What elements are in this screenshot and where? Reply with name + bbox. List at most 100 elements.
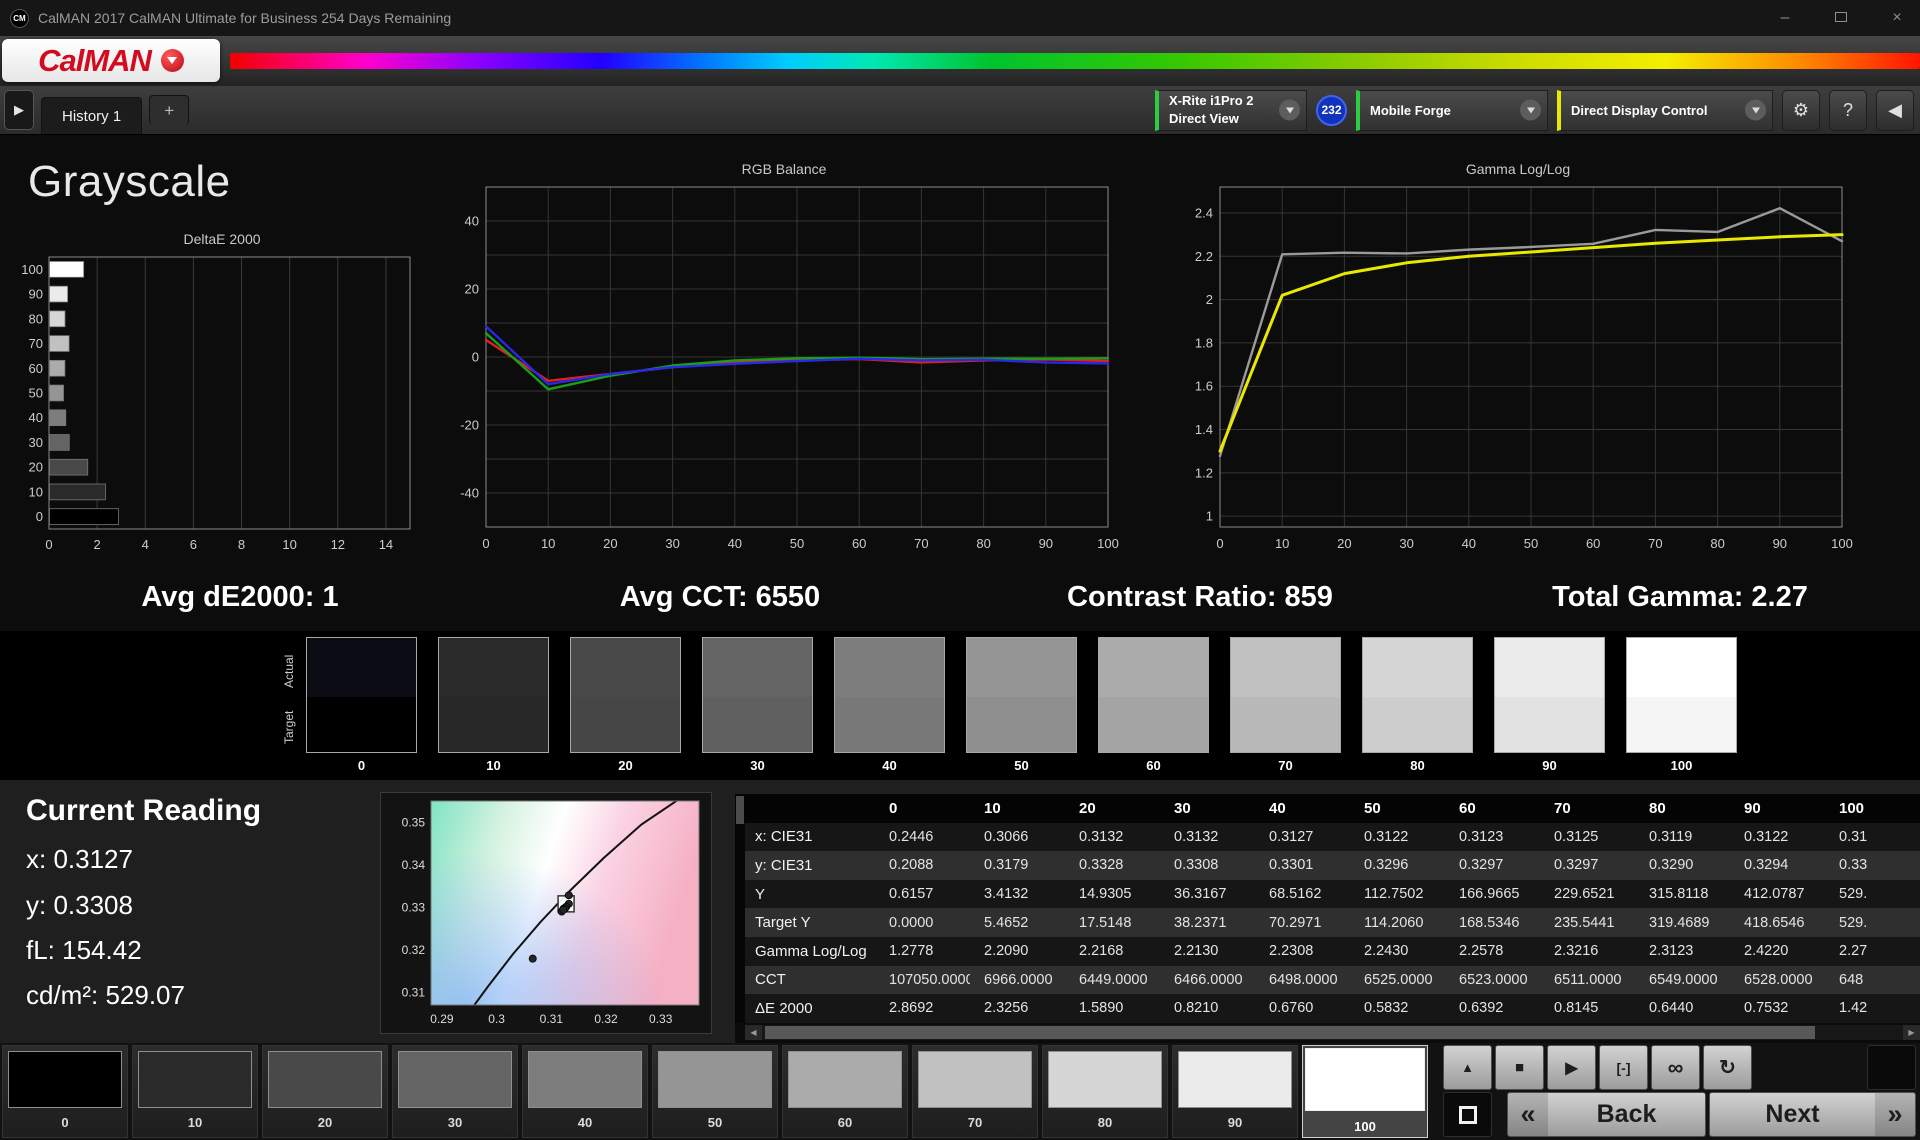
svg-text:20: 20 <box>465 282 479 297</box>
swatch-target <box>1627 697 1736 752</box>
chevron-down-icon[interactable] <box>160 49 184 72</box>
scroll-right-icon[interactable]: ▶ <box>1903 1025 1920 1040</box>
table-cell: 2.3256 <box>970 994 1065 1023</box>
swatch-color <box>438 637 549 753</box>
source-dropdown[interactable]: Mobile Forge <box>1356 89 1548 131</box>
stop-button[interactable]: ■ <box>1495 1045 1544 1090</box>
bottom-panel: Current Reading x: 0.3127 y: 0.3308 fL: … <box>0 780 1920 1043</box>
continuous-read-button[interactable]: ∞ <box>1651 1045 1700 1090</box>
table-cell: 2.3216 <box>1540 936 1635 966</box>
back-button[interactable]: « Back <box>1507 1092 1706 1137</box>
table-cell: 315.8118 <box>1635 879 1730 909</box>
patch-button-80[interactable]: 80 <box>1042 1045 1168 1138</box>
meter-dropdown[interactable]: X-Rite i1Pro 2 Direct View <box>1155 89 1307 131</box>
next-chevron-icon: » <box>1875 1093 1915 1136</box>
table-cell: 0.6440 <box>1635 994 1730 1023</box>
hscroll-thumb[interactable] <box>765 1026 1815 1039</box>
table-cell: 0.33 <box>1825 851 1920 880</box>
patch-button-10[interactable]: 10 <box>132 1045 258 1138</box>
table-corner-cell <box>745 794 875 823</box>
minimize-button[interactable]: – <box>1774 9 1796 27</box>
pattern-window-button[interactable]: [-] <box>1599 1045 1648 1090</box>
patch-label: 100 <box>1354 1119 1376 1134</box>
patch-button-40[interactable]: 40 <box>522 1045 648 1138</box>
table-horizontal-scrollbar[interactable]: ◀ ▶ <box>745 1025 1920 1040</box>
chevron-up-button[interactable]: ▲ <box>1443 1045 1492 1090</box>
play-button[interactable]: ▶ <box>1547 1045 1596 1090</box>
grayscale-swatch-0: 0 <box>306 637 417 773</box>
patch-button-90[interactable]: 90 <box>1172 1045 1298 1138</box>
close-button[interactable]: × <box>1886 9 1908 27</box>
patch-color <box>918 1051 1032 1108</box>
scroll-left-icon[interactable]: ◀ <box>745 1025 762 1040</box>
add-tab-button[interactable]: + <box>149 95 190 125</box>
expand-panel-button[interactable]: ▶ <box>4 90 34 130</box>
help-button[interactable]: ? <box>1829 89 1867 131</box>
svg-text:12: 12 <box>331 537 345 552</box>
patch-button-30[interactable]: 30 <box>392 1045 518 1138</box>
patch-button-0[interactable]: 0 <box>2 1045 128 1138</box>
loop-button[interactable]: ↻ <box>1703 1045 1752 1090</box>
hscroll-track[interactable] <box>762 1025 1903 1040</box>
svg-text:10: 10 <box>541 536 555 551</box>
patch-color <box>1305 1048 1425 1111</box>
calman-menu-button[interactable]: CalMAN <box>2 39 220 82</box>
patch-button-70[interactable]: 70 <box>912 1045 1038 1138</box>
measured-point <box>559 905 568 914</box>
tab-history-1[interactable]: History 1 <box>41 97 143 134</box>
chevron-down-icon[interactable] <box>1520 99 1541 121</box>
patch-button-100[interactable]: 100 <box>1302 1045 1428 1138</box>
svg-text:10: 10 <box>282 537 296 552</box>
table-cell: 648 <box>1825 965 1920 995</box>
svg-text:14: 14 <box>379 537 393 552</box>
patch-color <box>658 1051 772 1108</box>
svg-text:80: 80 <box>976 536 990 551</box>
chevron-down-icon[interactable] <box>1279 99 1300 121</box>
grayscale-swatch-80: 80 <box>1362 637 1473 773</box>
vscroll-thumb[interactable] <box>736 796 744 824</box>
settings-button[interactable]: ⚙ <box>1782 89 1820 131</box>
blank-pattern-button[interactable] <box>1867 1045 1916 1090</box>
meter-count-badge: 232 <box>1316 94 1347 126</box>
next-button[interactable]: Next » <box>1709 1092 1916 1137</box>
svg-text:0: 0 <box>482 536 489 551</box>
pattern-fullscreen-button[interactable] <box>1443 1092 1492 1137</box>
table-cell: 68.5162 <box>1255 879 1350 909</box>
maximize-button[interactable] <box>1830 9 1852 27</box>
table-cell: 319.4689 <box>1635 908 1730 937</box>
table-cell: 112.7502 <box>1350 879 1445 909</box>
table-cell: 0.3179 <box>970 851 1065 880</box>
svg-text:80: 80 <box>1710 536 1724 551</box>
stat-total-gamma: Total Gamma: 2.27 <box>1552 581 1808 613</box>
display-control-dropdown[interactable]: Direct Display Control <box>1557 89 1773 131</box>
swatch-color <box>834 637 945 753</box>
table-vertical-scrollbar[interactable] <box>735 794 745 1023</box>
swatch-label: 10 <box>486 758 501 773</box>
table-cell: 6511.0000 <box>1540 965 1635 995</box>
patch-button-20[interactable]: 20 <box>262 1045 388 1138</box>
table-header-cell: 40 <box>1255 794 1350 823</box>
rgb-chart-title: RGB Balance <box>741 161 827 177</box>
svg-text:4: 4 <box>142 537 149 552</box>
svg-text:50: 50 <box>1524 536 1538 551</box>
swatch-color <box>1230 637 1341 753</box>
svg-text:10: 10 <box>29 484 43 499</box>
table-header-cell: 100 <box>1825 794 1920 823</box>
swatch-target <box>703 697 812 752</box>
measurement-table: 0 10 20 30 40 50 60 70 80 90 100 x: CIE31 0.2446 0.30… <box>745 794 1920 1023</box>
chevron-down-icon[interactable] <box>1745 99 1766 121</box>
svg-text:10: 10 <box>1275 536 1289 551</box>
swatch-label: 100 <box>1670 758 1693 773</box>
table-cell: 1.42 <box>1825 994 1920 1023</box>
svg-text:40: 40 <box>1462 536 1476 551</box>
collapse-panel-button[interactable]: ◀ <box>1876 89 1914 131</box>
patch-button-60[interactable]: 60 <box>782 1045 908 1138</box>
svg-text:-40: -40 <box>460 486 479 501</box>
patch-button-50[interactable]: 50 <box>652 1045 778 1138</box>
swatch-color <box>570 637 681 753</box>
patch-label: 20 <box>317 1115 333 1130</box>
tab-history-1-label: History 1 <box>62 107 122 125</box>
svg-text:0.34: 0.34 <box>402 858 426 872</box>
swatch-label: 50 <box>1014 758 1029 773</box>
table-row-label: CCT <box>745 965 875 995</box>
